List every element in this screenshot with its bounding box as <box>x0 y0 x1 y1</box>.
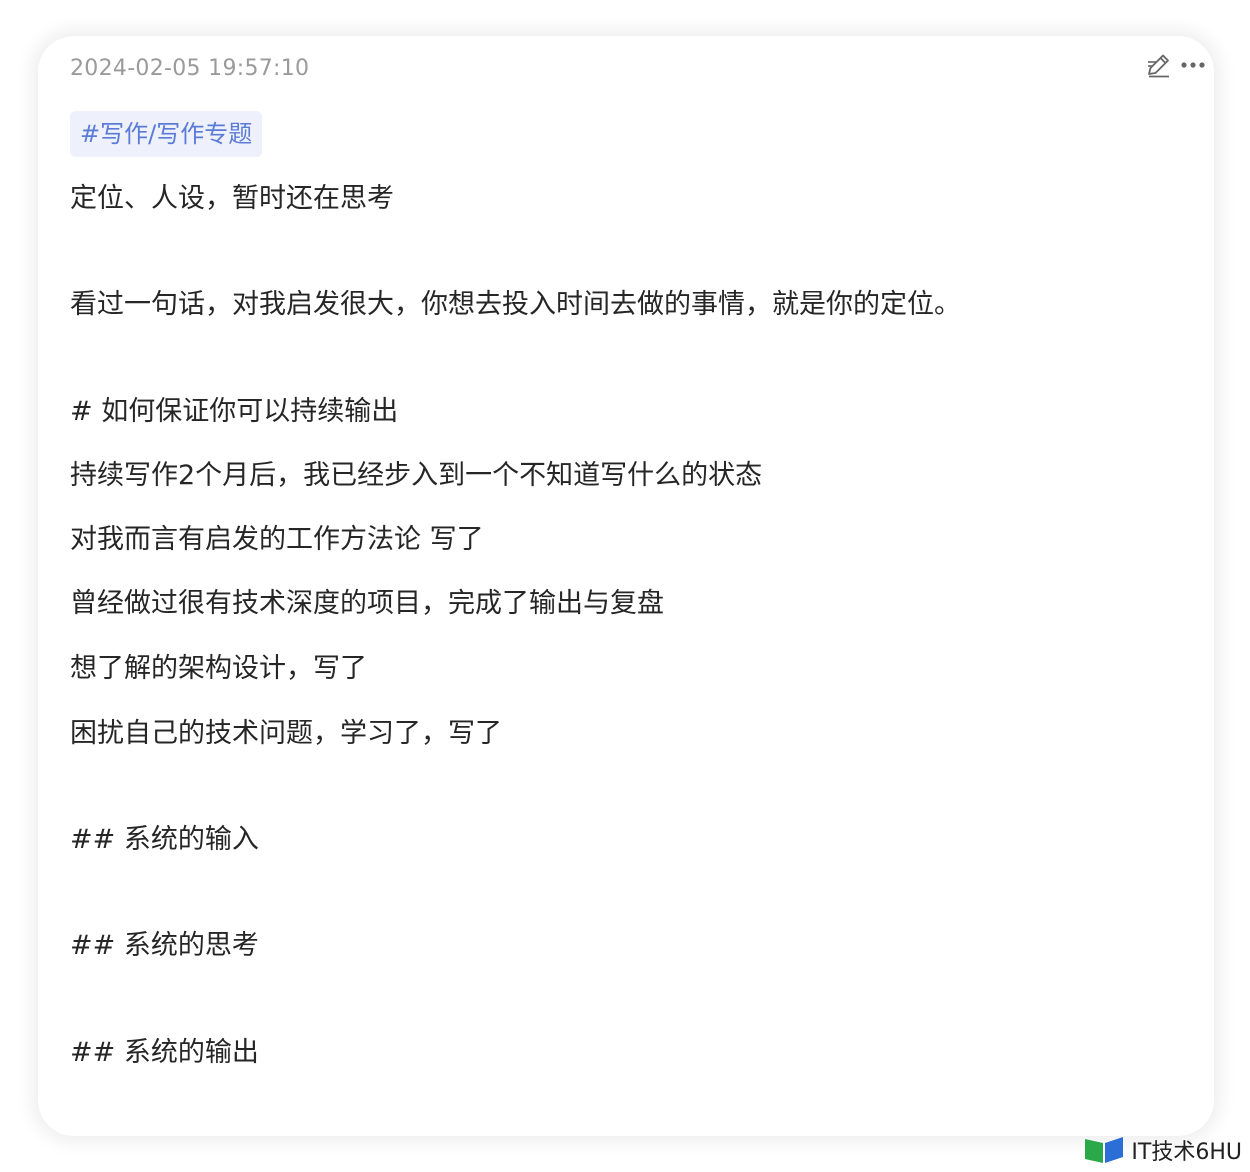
content-heading: ## 系统的输入 <box>70 824 259 855</box>
memo-timestamp: 2024-02-05 19:57:10 <box>70 56 310 81</box>
content-line: 定位、人设，暂时还在思考 <box>70 183 394 214</box>
page: 2024-02-05 19:57:10 #写作/写作专题 定位、人设，暂时还在思… <box>0 0 1250 1172</box>
content-line: 对我而言有启发的工作方法论 写了 <box>70 524 484 555</box>
edit-button[interactable] <box>1144 50 1174 80</box>
content-heading: ## 系统的思考 <box>70 930 259 961</box>
content-line: 曾经做过很有技术深度的项目，完成了输出与复盘 <box>70 588 664 619</box>
topic-tag[interactable]: #写作/写作专题 <box>70 111 263 157</box>
content-line: 想了解的架构设计，写了 <box>70 653 367 684</box>
edit-pencil-icon <box>1148 54 1169 78</box>
watermark-text: IT技术6HU <box>1131 1140 1242 1165</box>
content-heading: ## 系统的输出 <box>70 1037 259 1068</box>
content-line: 困扰自己的技术问题，学习了，写了 <box>70 718 502 749</box>
content-heading: # 如何保证你可以持续输出 <box>70 396 399 427</box>
memo-card[interactable]: 2024-02-05 19:57:10 #写作/写作专题 定位、人设，暂时还在思… <box>38 36 1214 1136</box>
content-line: 看过一句话，对我启发很大，你想去投入时间去做的事情，就是你的定位。 <box>70 289 961 320</box>
content-line: 持续写作2个月后，我已经步入到一个不知道写什么的状态 <box>70 460 763 491</box>
memo-toolbar <box>1144 50 1208 80</box>
more-button[interactable] <box>1178 50 1208 80</box>
watermark-logo-icon <box>1085 1137 1124 1163</box>
more-dots-icon <box>1181 62 1205 68</box>
watermark: IT技术6HU <box>1083 1134 1242 1166</box>
